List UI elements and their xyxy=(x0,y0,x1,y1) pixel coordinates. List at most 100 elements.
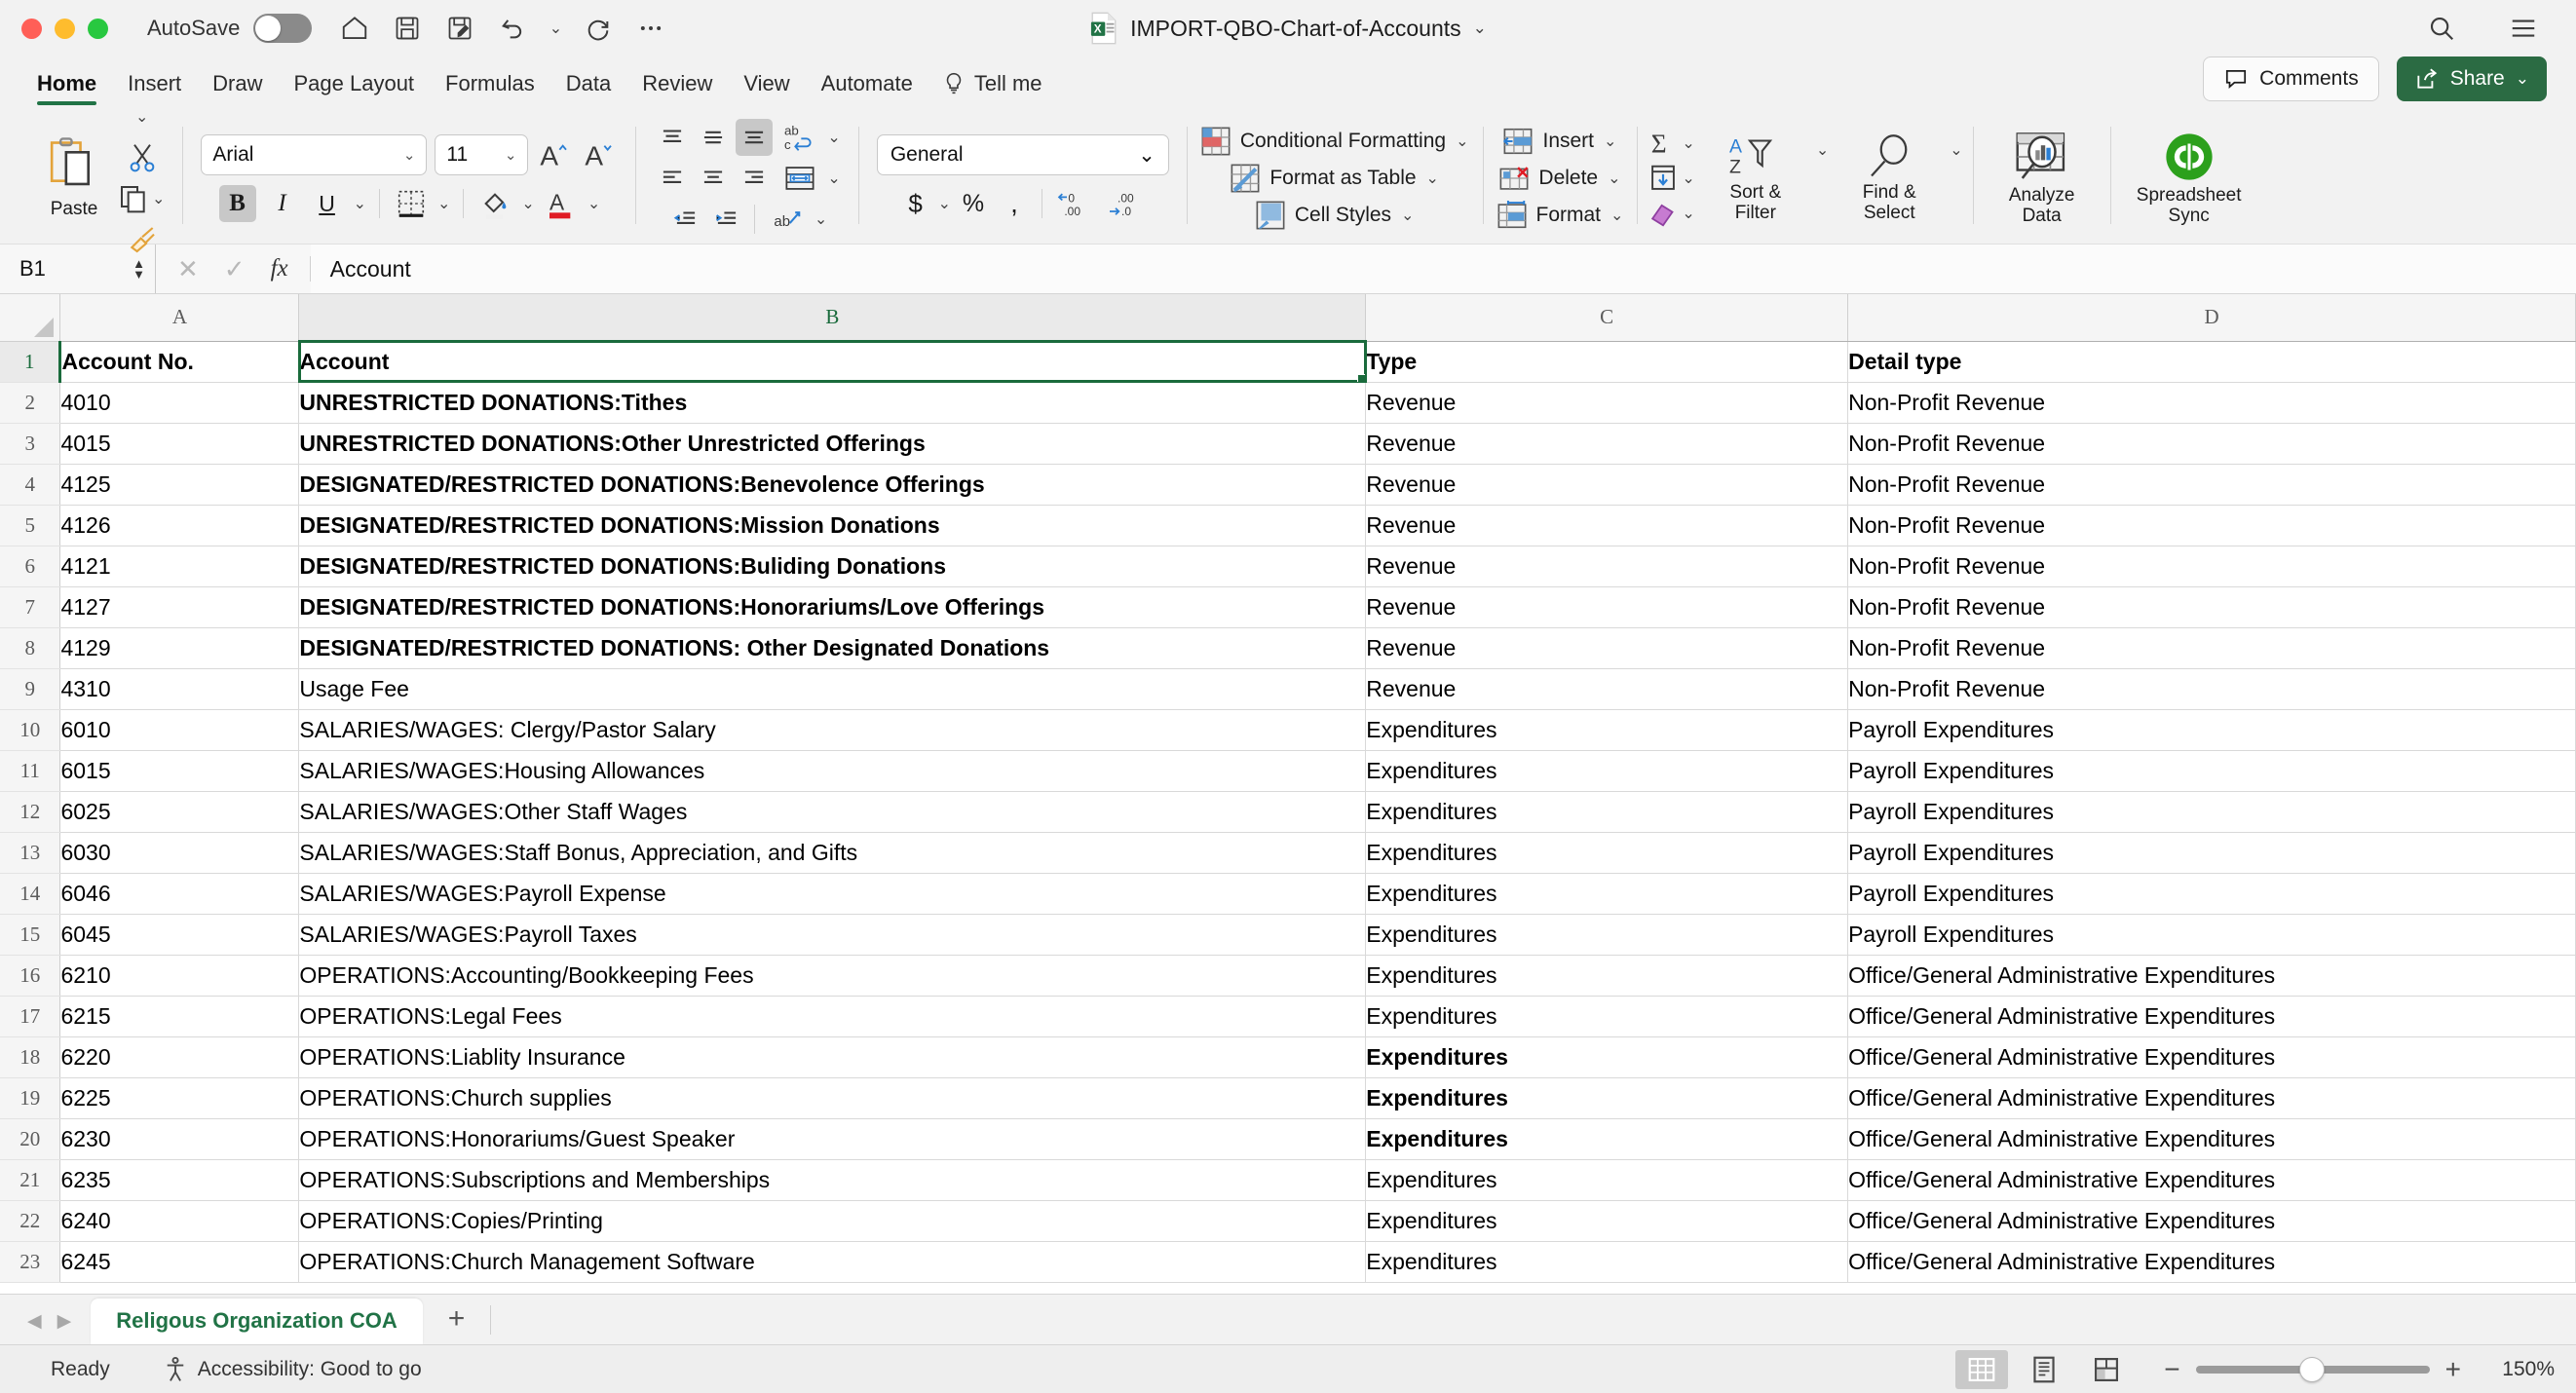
cell-D5[interactable]: Non-Profit Revenue xyxy=(1847,505,2576,546)
cell-D3[interactable]: Non-Profit Revenue xyxy=(1847,423,2576,465)
currency-chevron-down-icon[interactable]: ⌄ xyxy=(938,194,951,213)
cell-A15[interactable]: 6045 xyxy=(59,914,300,956)
column-header-d[interactable]: D xyxy=(1847,294,2576,342)
cell-B1[interactable]: Account xyxy=(297,340,1367,383)
row-header-3[interactable]: 3 xyxy=(0,423,61,465)
cell-A9[interactable]: 4310 xyxy=(59,668,300,710)
row-header-2[interactable]: 2 xyxy=(0,382,61,424)
row-header-15[interactable]: 15 xyxy=(0,914,61,956)
row-header-17[interactable]: 17 xyxy=(0,996,61,1037)
more-options-icon[interactable] xyxy=(629,9,672,48)
paste-button[interactable]: Paste xyxy=(29,136,119,220)
cell-B20[interactable]: OPERATIONS:Honorariums/Guest Speaker xyxy=(298,1118,1367,1160)
align-center-button[interactable] xyxy=(695,160,732,197)
cell-C18[interactable]: Expenditures xyxy=(1365,1036,1849,1078)
cell-A13[interactable]: 6030 xyxy=(59,832,300,874)
cell-A11[interactable]: 6015 xyxy=(59,750,300,792)
accessibility-status[interactable]: Accessibility: Good to go xyxy=(163,1356,422,1383)
cell-D19[interactable]: Office/General Administrative Expenditur… xyxy=(1847,1077,2576,1119)
cell-B11[interactable]: SALARIES/WAGES:Housing Allowances xyxy=(298,750,1367,792)
font-color-button[interactable]: A xyxy=(543,185,580,222)
cell-D4[interactable]: Non-Profit Revenue xyxy=(1847,464,2576,506)
cell-C13[interactable]: Expenditures xyxy=(1365,832,1849,874)
cell-B9[interactable]: Usage Fee xyxy=(298,668,1367,710)
cell-B22[interactable]: OPERATIONS:Copies/Printing xyxy=(298,1200,1367,1242)
cell-C14[interactable]: Expenditures xyxy=(1365,873,1849,915)
increase-decimal-button[interactable]: 0 .00 xyxy=(1051,185,1098,222)
document-title[interactable]: IMPORT-QBO-Chart-of-Accounts xyxy=(1130,16,1461,42)
number-format-select[interactable]: General ⌄ xyxy=(876,134,1169,175)
row-header-9[interactable]: 9 xyxy=(0,668,61,710)
cell-C3[interactable]: Revenue xyxy=(1365,423,1849,465)
cell-A21[interactable]: 6235 xyxy=(59,1159,300,1201)
share-button[interactable]: Share ⌄ xyxy=(2396,56,2547,101)
save-icon[interactable] xyxy=(386,9,429,48)
zoom-level-label[interactable]: 150% xyxy=(2477,1358,2555,1381)
cell-C12[interactable]: Expenditures xyxy=(1365,791,1849,833)
zoom-out-button[interactable]: − xyxy=(2164,1355,2179,1383)
italic-button[interactable]: I xyxy=(264,185,301,222)
row-header-21[interactable]: 21 xyxy=(0,1159,61,1201)
copy-chevron-down-icon[interactable]: ⌄ xyxy=(152,189,165,208)
bold-button[interactable]: B xyxy=(218,185,256,222)
cell-D22[interactable]: Office/General Administrative Expenditur… xyxy=(1847,1200,2576,1242)
tab-review[interactable]: Review xyxy=(626,71,728,107)
wrap-text-button[interactable]: ab c xyxy=(777,119,823,156)
tell-me-button[interactable]: Tell me xyxy=(928,71,1056,107)
cell-A3[interactable]: 4015 xyxy=(59,423,300,465)
format-painter-button[interactable] xyxy=(128,220,157,259)
cell-C4[interactable]: Revenue xyxy=(1365,464,1849,506)
cell-A19[interactable]: 6225 xyxy=(59,1077,300,1119)
row-header-7[interactable]: 7 xyxy=(0,586,61,628)
cell-C2[interactable]: Revenue xyxy=(1365,382,1849,424)
row-header-18[interactable]: 18 xyxy=(0,1036,61,1078)
row-header-11[interactable]: 11 xyxy=(0,750,61,792)
row-header-13[interactable]: 13 xyxy=(0,832,61,874)
column-header-c[interactable]: C xyxy=(1365,294,1849,342)
conditional-formatting-button[interactable]: Conditional Formatting ⌄ xyxy=(1201,127,1469,156)
cell-D14[interactable]: Payroll Expenditures xyxy=(1847,873,2576,915)
row-header-19[interactable]: 19 xyxy=(0,1077,61,1119)
analyze-data-button[interactable]: Analyze Data xyxy=(1991,131,2093,227)
cell-A1[interactable]: Account No. xyxy=(59,341,300,383)
column-header-b[interactable]: B xyxy=(298,294,1367,343)
cell-A18[interactable]: 6220 xyxy=(59,1036,300,1078)
cell-C21[interactable]: Expenditures xyxy=(1365,1159,1849,1201)
decrease-indent-button[interactable] xyxy=(667,201,704,238)
paste-chevron-down-icon[interactable]: ⌄ xyxy=(135,107,148,127)
decrease-decimal-button[interactable]: .00 .0 xyxy=(1102,185,1149,222)
cell-D9[interactable]: Non-Profit Revenue xyxy=(1847,668,2576,710)
autosave-toggle[interactable] xyxy=(253,14,313,43)
clear-button[interactable]: ⌄ xyxy=(1648,199,1695,228)
cell-B17[interactable]: OPERATIONS:Legal Fees xyxy=(298,996,1367,1037)
align-top-button[interactable] xyxy=(654,119,691,156)
cell-B16[interactable]: OPERATIONS:Accounting/Bookkeeping Fees xyxy=(298,955,1367,997)
cell-C1[interactable]: Type xyxy=(1365,341,1849,383)
percent-format-button[interactable]: % xyxy=(955,185,992,222)
comments-button[interactable]: Comments xyxy=(2203,56,2379,101)
next-sheet-icon[interactable]: ▶ xyxy=(57,1310,72,1333)
cell-A22[interactable]: 6240 xyxy=(59,1200,300,1242)
name-box-spinner[interactable]: ▲ ▼ xyxy=(133,257,145,280)
format-cells-button[interactable]: Format ⌄ xyxy=(1497,201,1623,230)
wrap-text-chevron-down-icon[interactable]: ⌄ xyxy=(827,128,840,147)
save-as-icon[interactable] xyxy=(438,9,481,48)
find-and-select-button[interactable]: Find & Select xyxy=(1838,133,1940,224)
cell-C23[interactable]: Expenditures xyxy=(1365,1241,1849,1283)
minimize-window-button[interactable] xyxy=(55,18,75,39)
undo-icon[interactable] xyxy=(491,9,534,48)
tab-draw[interactable]: Draw xyxy=(197,71,278,107)
spreadsheet-sync-button[interactable]: Spreadsheet Sync xyxy=(2129,131,2250,227)
row-header-12[interactable]: 12 xyxy=(0,791,61,833)
cell-B12[interactable]: SALARIES/WAGES:Other Staff Wages xyxy=(298,791,1367,833)
find-select-chevron-down-icon[interactable]: ⌄ xyxy=(1950,140,1962,160)
cell-D6[interactable]: Non-Profit Revenue xyxy=(1847,546,2576,587)
cell-C9[interactable]: Revenue xyxy=(1365,668,1849,710)
currency-format-button[interactable]: $ xyxy=(897,185,934,222)
delete-cells-button[interactable]: Delete ⌄ xyxy=(1499,164,1621,193)
document-title-chevron-down-icon[interactable]: ⌄ xyxy=(1473,19,1487,38)
copy-button[interactable]: ⌄ xyxy=(119,179,165,218)
column-header-a[interactable]: A xyxy=(59,294,300,342)
tab-home[interactable]: Home xyxy=(21,71,112,107)
share-chevron-down-icon[interactable]: ⌄ xyxy=(2516,69,2529,89)
